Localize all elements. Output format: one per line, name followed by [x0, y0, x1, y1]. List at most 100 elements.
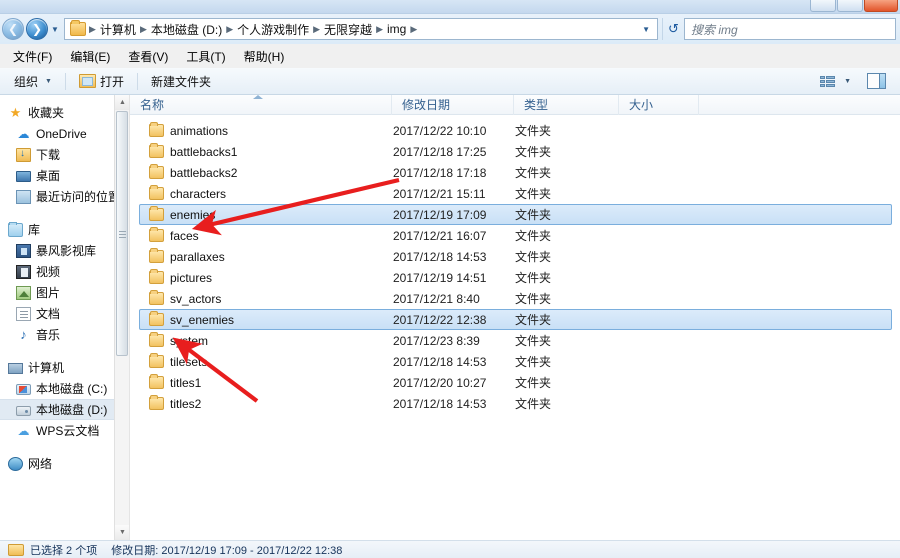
- address-bar: ❮ ❯ ▼ ▶ 计算机 ▶ 本地磁盘 (D:) ▶ 个人游戏制作 ▶ 无限穿越 …: [0, 14, 900, 44]
- search-input[interactable]: 搜索 img: [684, 18, 896, 40]
- table-row[interactable]: pictures 2017/12/19 14:51 文件夹: [139, 267, 892, 288]
- menu-item-tools[interactable]: 工具(T): [177, 45, 234, 68]
- breadcrumb-item-4[interactable]: img: [384, 21, 409, 37]
- sidebar-label: OneDrive: [36, 126, 87, 141]
- sidebar-group-network: 网络: [0, 453, 129, 474]
- file-name: faces: [170, 228, 199, 243]
- sidebar-item-drive-c[interactable]: 本地磁盘 (C:): [0, 378, 129, 399]
- view-options-button[interactable]: ▼: [812, 71, 859, 92]
- file-list-pane: 名称 修改日期 类型 大小 animations 2017/12/22 10:1…: [130, 95, 900, 540]
- scrollbar-thumb[interactable]: [116, 111, 128, 356]
- breadcrumb-separator: ▶: [139, 23, 147, 34]
- sidebar-label: 桌面: [36, 169, 61, 183]
- column-header-name[interactable]: 名称: [130, 95, 392, 115]
- file-date-cell: 2017/12/21 8:40: [393, 291, 480, 306]
- folder-icon: [149, 227, 164, 242]
- breadcrumb-separator: ▶: [410, 23, 418, 34]
- chevron-down-icon[interactable]: ▼: [637, 25, 655, 34]
- sidebar-item-network[interactable]: 网络: [0, 453, 129, 474]
- sidebar-label: 文档: [36, 307, 61, 321]
- file-type-cell: 文件夹: [515, 376, 552, 390]
- sidebar-item-videos[interactable]: 视频: [0, 261, 129, 282]
- sidebar-item-documents[interactable]: 文档: [0, 303, 129, 324]
- sidebar-item-baofeng[interactable]: 暴风影视库: [0, 240, 129, 261]
- music-icon: ♪: [20, 326, 27, 342]
- scroll-down-icon[interactable]: ▼: [115, 525, 129, 540]
- status-detail: 修改日期: 2017/12/19 17:09 - 2017/12/22 12:3…: [111, 544, 343, 557]
- open-button[interactable]: 打开: [71, 70, 132, 93]
- file-name: sv_actors: [170, 291, 222, 306]
- sort-ascending-icon: [253, 95, 263, 99]
- table-row[interactable]: tilesets 2017/12/18 14:53 文件夹: [139, 351, 892, 372]
- file-type-cell: 文件夹: [515, 166, 552, 180]
- menu-item-view[interactable]: 查看(V): [119, 45, 177, 68]
- sidebar-scrollbar[interactable]: ▲ ▼: [114, 95, 129, 540]
- sidebar-item-pictures[interactable]: 图片: [0, 282, 129, 303]
- refresh-icon[interactable]: ↺: [662, 18, 684, 40]
- breadcrumb[interactable]: ▶ 计算机 ▶ 本地磁盘 (D:) ▶ 个人游戏制作 ▶ 无限穿越 ▶ img …: [64, 18, 658, 40]
- scroll-up-icon[interactable]: ▲: [115, 95, 129, 110]
- file-type-cell: 文件夹: [515, 334, 552, 348]
- table-row[interactable]: parallaxes 2017/12/18 14:53 文件夹: [139, 246, 892, 267]
- sidebar-item-favorites[interactable]: ★ 收藏夹: [0, 102, 129, 123]
- sidebar-item-desktop[interactable]: 桌面: [0, 165, 129, 186]
- table-row[interactable]: faces 2017/12/21 16:07 文件夹: [139, 225, 892, 246]
- table-row[interactable]: characters 2017/12/21 15:11 文件夹: [139, 183, 892, 204]
- column-header-size[interactable]: 大小: [619, 95, 699, 115]
- table-row[interactable]: titles2 2017/12/18 14:53 文件夹: [139, 393, 892, 414]
- sidebar-item-wps-cloud[interactable]: ☁ WPS云文档: [0, 420, 129, 441]
- sidebar-item-libraries[interactable]: 库: [0, 219, 129, 240]
- folder-icon: [149, 311, 164, 326]
- history-dropdown-icon[interactable]: ▼: [48, 18, 62, 40]
- minimize-button[interactable]: [810, 0, 836, 12]
- forward-arrow-icon[interactable]: ❯: [26, 18, 48, 40]
- sidebar-item-music[interactable]: ♪ 音乐: [0, 324, 129, 345]
- table-row[interactable]: sv_actors 2017/12/21 8:40 文件夹: [139, 288, 892, 309]
- status-bar: 已选择 2 个项 修改日期: 2017/12/19 17:09 - 2017/1…: [0, 540, 900, 558]
- file-date-cell: 2017/12/20 10:27: [393, 375, 487, 390]
- table-row[interactable]: enemies 2017/12/19 17:09 文件夹: [139, 204, 892, 225]
- file-date-cell: 2017/12/18 14:53: [393, 354, 487, 369]
- breadcrumb-item-0[interactable]: 计算机: [97, 20, 139, 39]
- file-name: titles1: [170, 375, 202, 390]
- sidebar-item-onedrive[interactable]: ☁ OneDrive: [0, 123, 129, 144]
- close-button[interactable]: [864, 0, 898, 12]
- column-header-type[interactable]: 类型: [514, 95, 619, 115]
- toolbar-divider: [136, 72, 138, 90]
- breadcrumb-item-3[interactable]: 无限穿越: [321, 20, 375, 39]
- file-type-cell: 文件夹: [515, 229, 552, 243]
- menu-item-file[interactable]: 文件(F): [4, 45, 61, 68]
- table-row[interactable]: titles1 2017/12/20 10:27 文件夹: [139, 372, 892, 393]
- preview-pane-button[interactable]: [859, 70, 894, 92]
- sidebar-item-computer[interactable]: 计算机: [0, 357, 129, 378]
- sidebar-label: 本地磁盘 (C:): [36, 382, 108, 396]
- maximize-button[interactable]: [837, 0, 863, 12]
- open-folder-icon: [78, 74, 96, 88]
- back-arrow-icon[interactable]: ❮: [2, 18, 24, 40]
- column-header-date[interactable]: 修改日期: [392, 95, 514, 115]
- file-date-cell: 2017/12/22 10:10: [393, 123, 487, 138]
- new-folder-label: 新建文件夹: [150, 74, 211, 89]
- menu-item-help[interactable]: 帮助(H): [235, 45, 294, 68]
- sidebar-item-recent-places[interactable]: 最近访问的位置: [0, 186, 129, 207]
- toolbar: 组织 ▼ 打开 新建文件夹 ▼: [0, 68, 900, 95]
- folder-icon: [149, 143, 164, 158]
- table-row[interactable]: system 2017/12/23 8:39 文件夹: [139, 330, 892, 351]
- file-type-cell: 文件夹: [515, 355, 552, 369]
- new-folder-button[interactable]: 新建文件夹: [143, 70, 219, 93]
- table-row[interactable]: animations 2017/12/22 10:10 文件夹: [139, 120, 892, 141]
- sidebar-label: 暴风影视库: [36, 244, 97, 258]
- column-label: 名称: [140, 98, 165, 112]
- organize-button[interactable]: 组织 ▼: [6, 70, 60, 93]
- table-row[interactable]: battlebacks2 2017/12/18 17:18 文件夹: [139, 162, 892, 183]
- menu-item-edit[interactable]: 编辑(E): [61, 45, 119, 68]
- table-row[interactable]: battlebacks1 2017/12/18 17:25 文件夹: [139, 141, 892, 162]
- breadcrumb-item-1[interactable]: 本地磁盘 (D:): [148, 20, 225, 39]
- file-type-cell: 文件夹: [515, 208, 552, 222]
- table-row[interactable]: sv_enemies 2017/12/22 12:38 文件夹: [139, 309, 892, 330]
- sidebar-item-drive-d[interactable]: 本地磁盘 (D:): [0, 399, 129, 420]
- file-rows: animations 2017/12/22 10:10 文件夹 battleba…: [130, 115, 900, 414]
- file-name: parallaxes: [170, 249, 225, 264]
- sidebar-item-downloads[interactable]: 下载: [0, 144, 129, 165]
- breadcrumb-item-2[interactable]: 个人游戏制作: [234, 20, 312, 39]
